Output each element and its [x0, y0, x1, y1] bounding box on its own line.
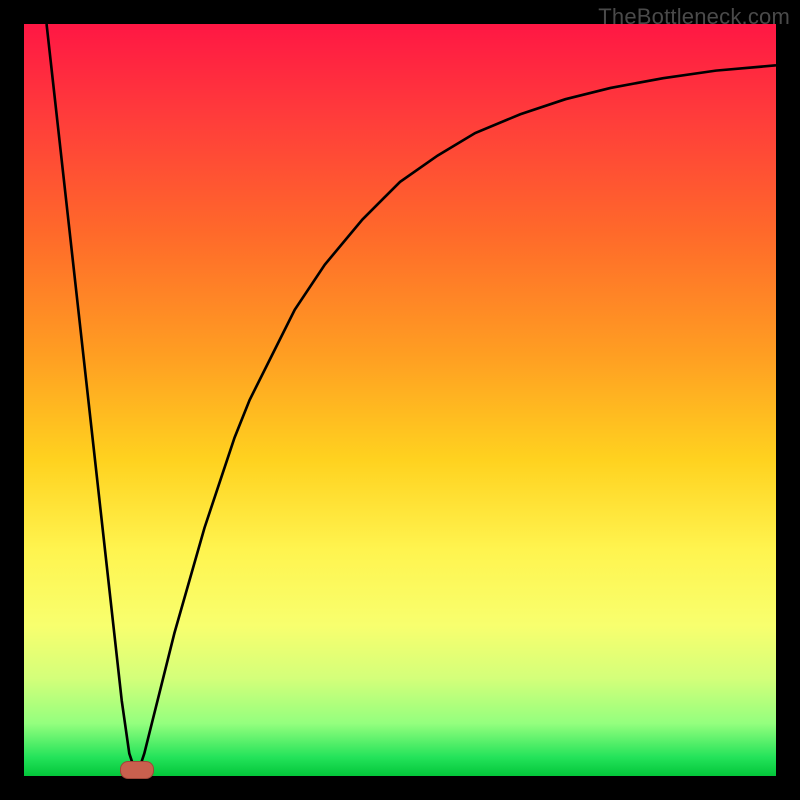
chart-frame: TheBottleneck.com [0, 0, 800, 800]
curves-svg [24, 24, 776, 776]
bottleneck-marker [120, 761, 154, 779]
watermark-text: TheBottleneck.com [598, 4, 790, 30]
curve-left [47, 24, 137, 776]
plot-area [24, 24, 776, 776]
curve-right [137, 65, 776, 776]
